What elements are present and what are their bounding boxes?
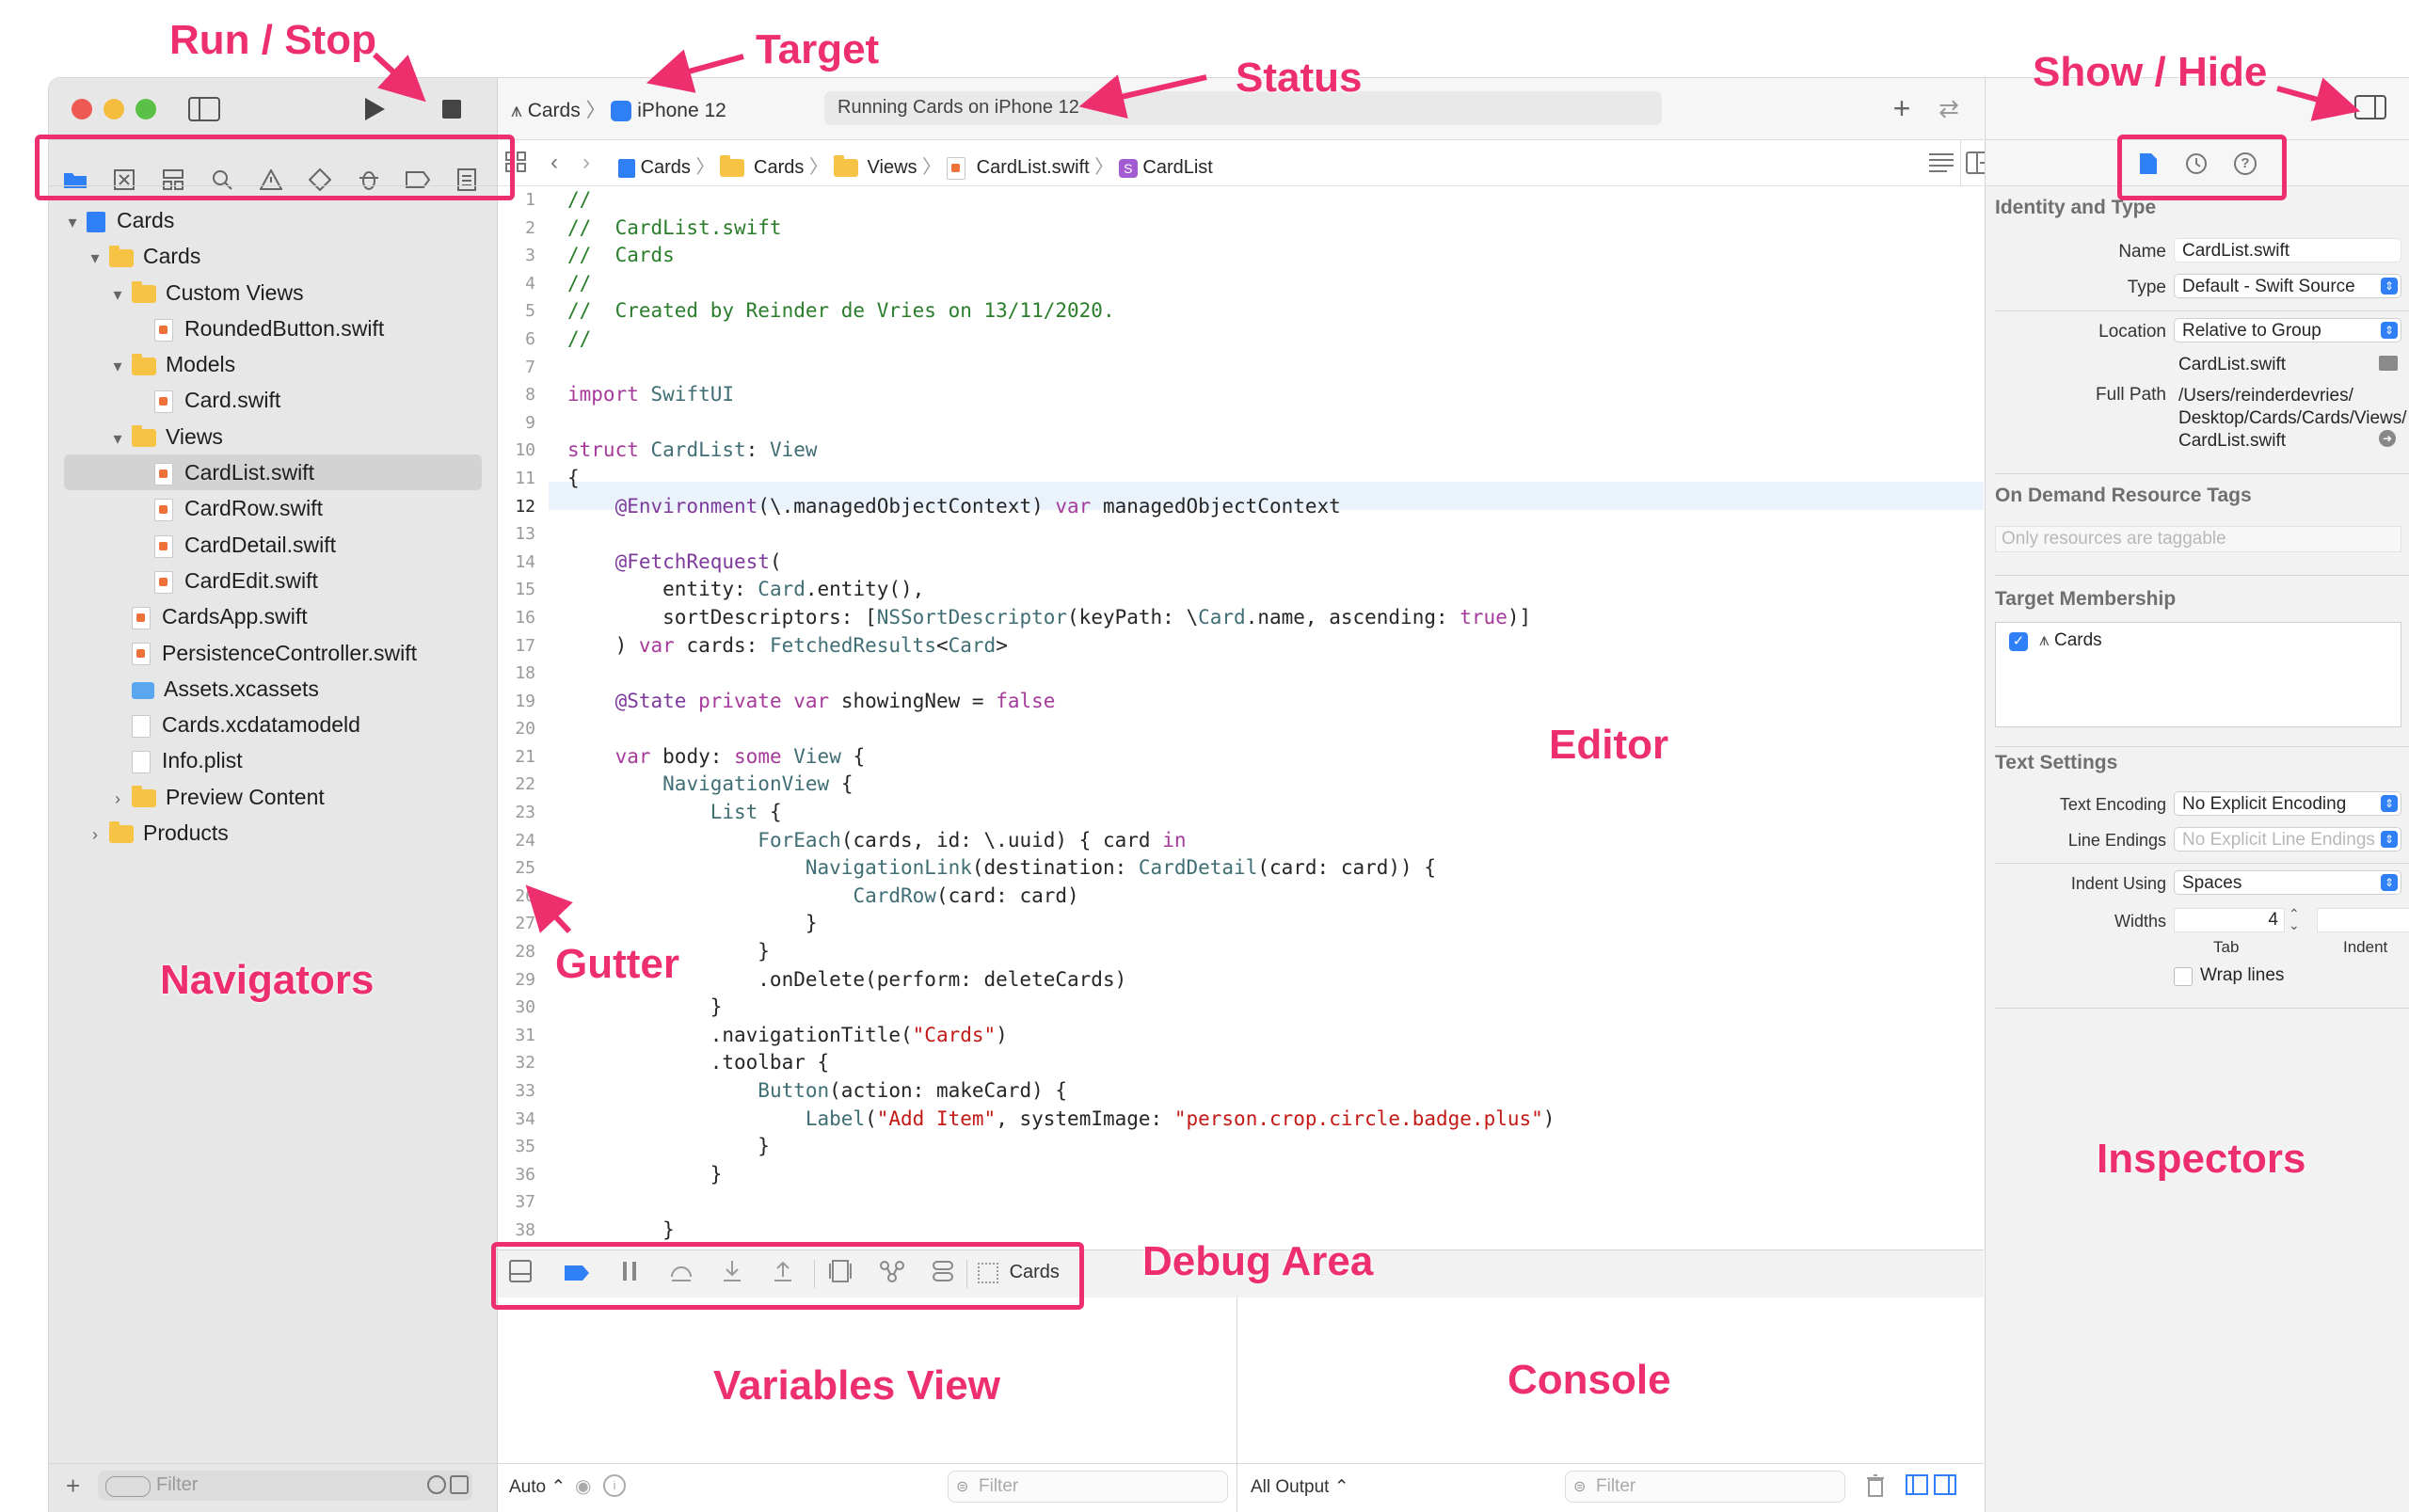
arrow-show-hide bbox=[2276, 77, 2361, 121]
arrow-status bbox=[1078, 74, 1207, 119]
arrow-gutter bbox=[525, 884, 573, 934]
arrow-run-stop bbox=[372, 52, 426, 103]
annotation-arrows bbox=[372, 49, 2361, 934]
arrow-target bbox=[646, 49, 744, 93]
